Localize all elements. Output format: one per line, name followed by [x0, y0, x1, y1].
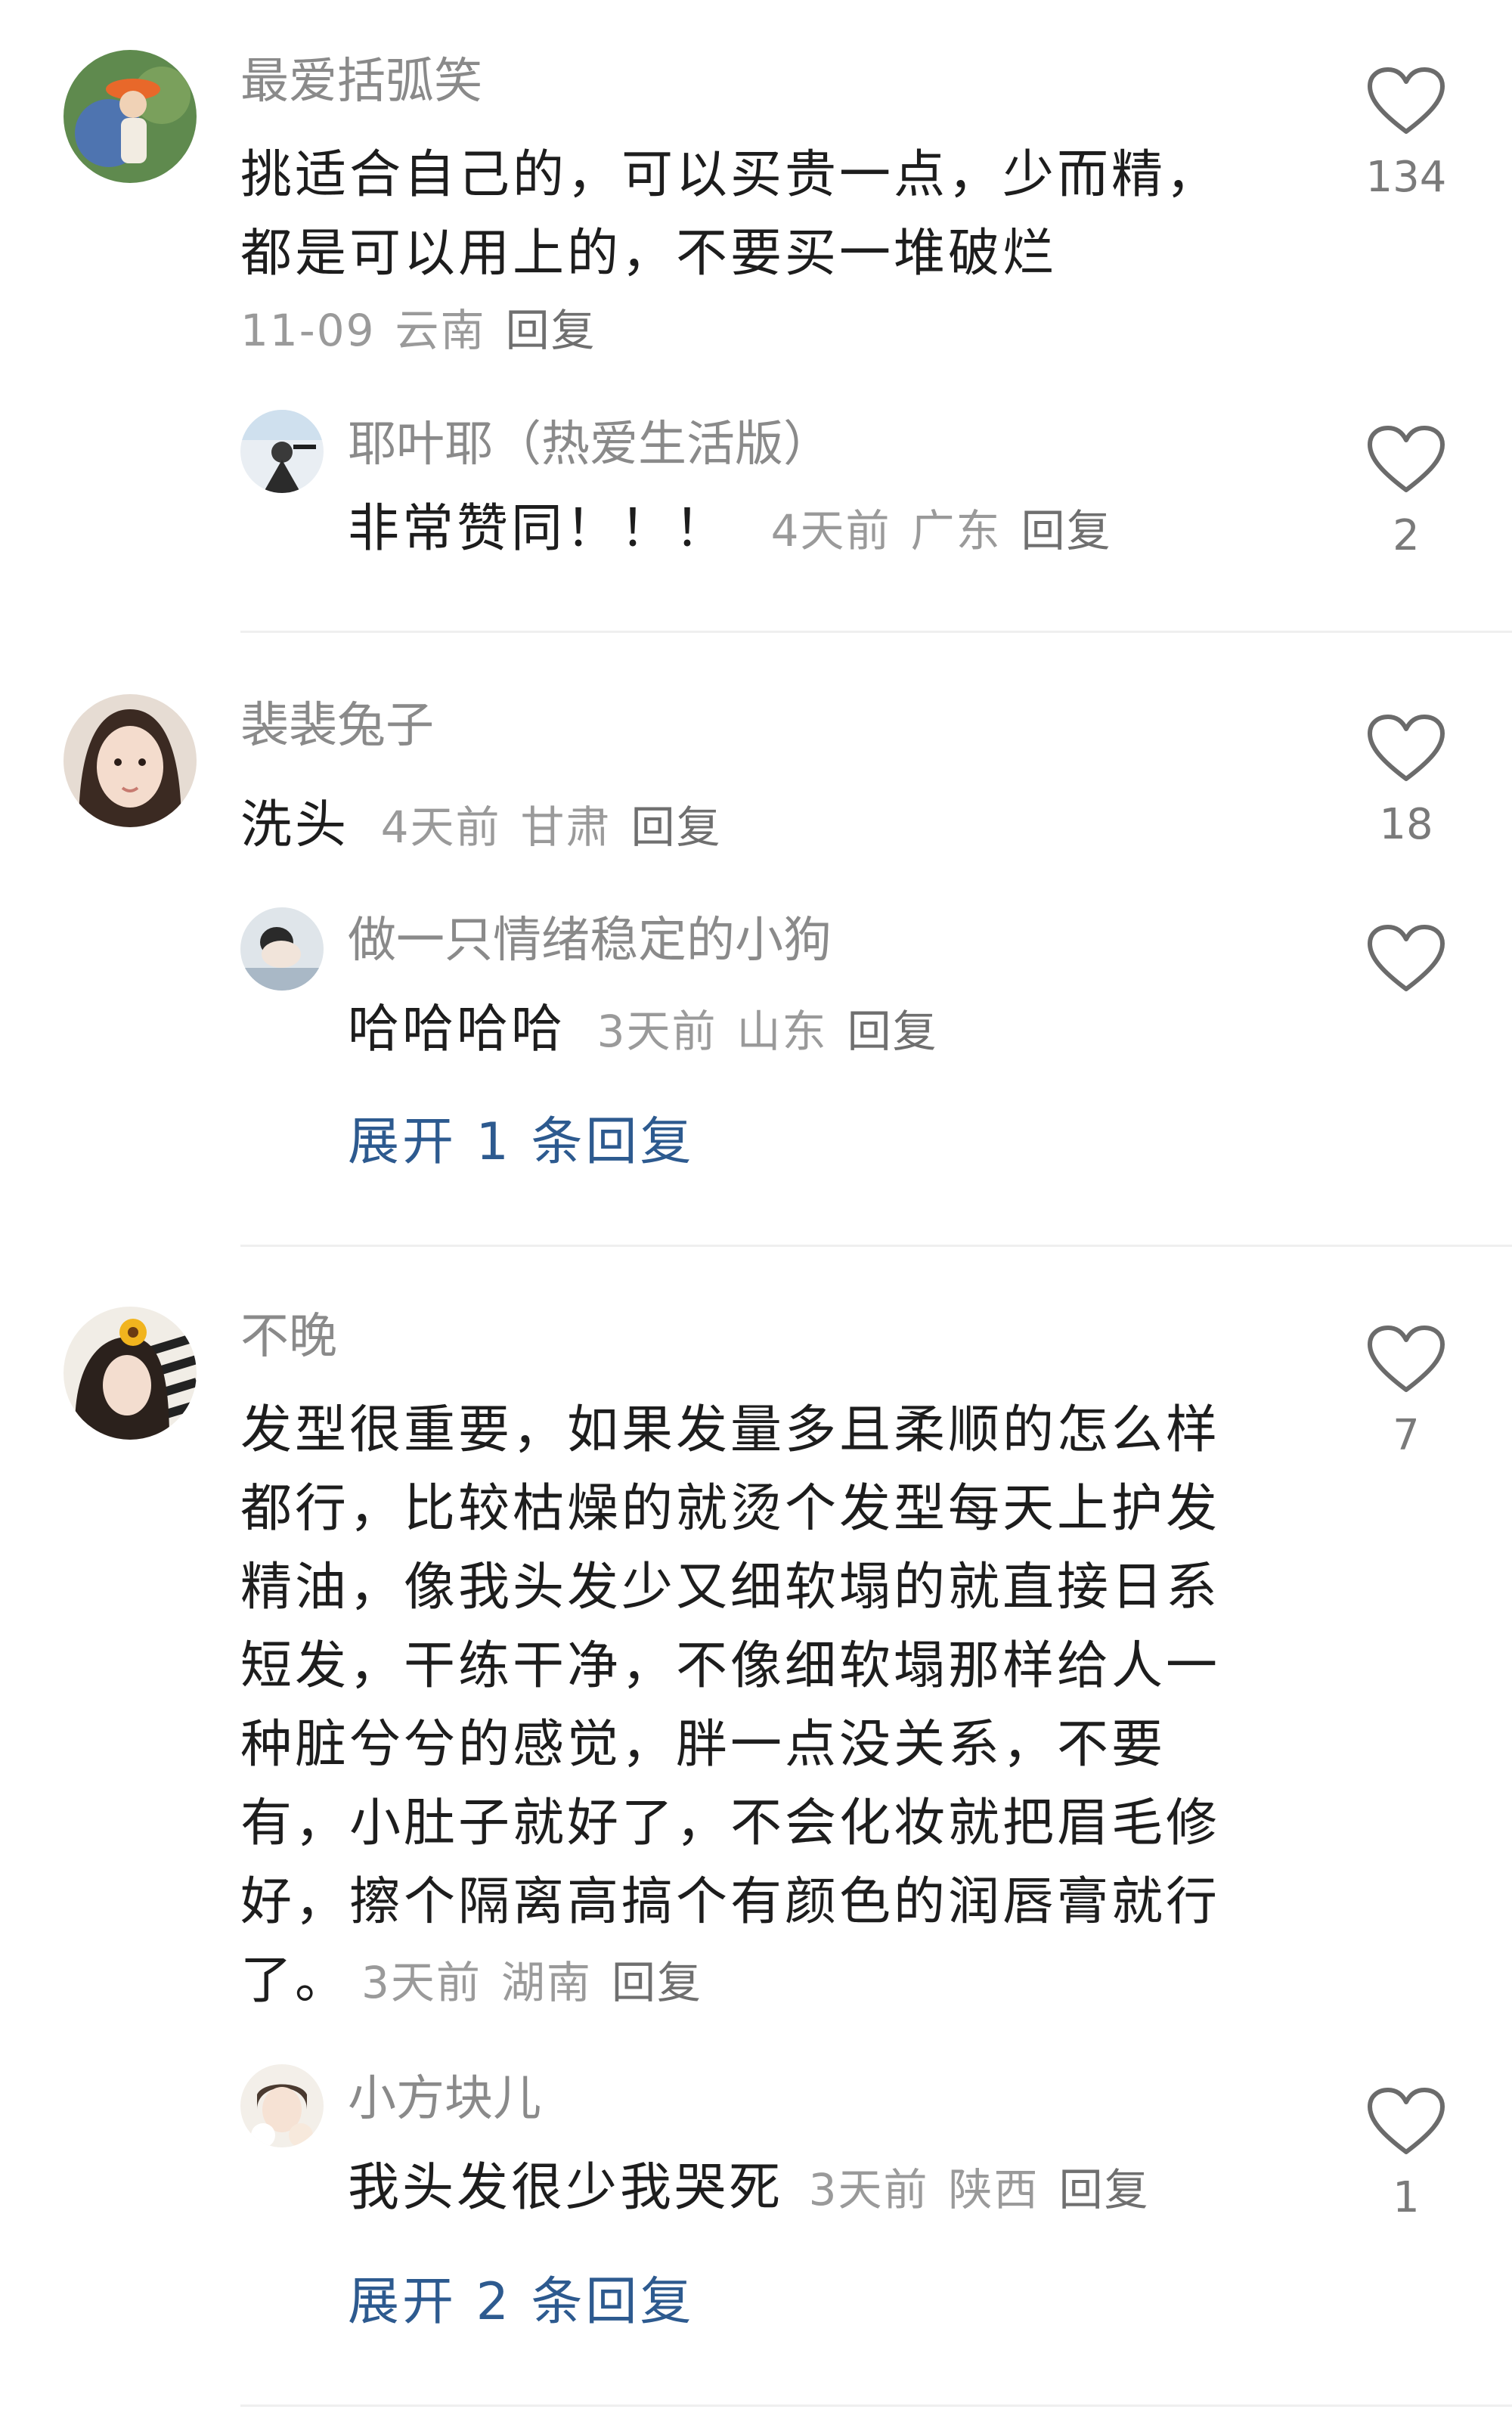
- like-button[interactable]: 1: [1346, 2087, 1467, 2225]
- like-button[interactable]: 134: [1346, 67, 1467, 204]
- expand-replies-button[interactable]: 展开 1 条回复: [348, 1108, 695, 1177]
- reply-button[interactable]: 回复: [847, 1006, 938, 1057]
- reply-username[interactable]: 做一只情绪稳定的小狗: [348, 910, 832, 971]
- heart-icon: [1368, 2088, 1445, 2154]
- comment-location: 湖南: [500, 1957, 592, 2008]
- reply-meta: 3天前 陕西 回复: [809, 2164, 1150, 2215]
- heart-icon: [1368, 715, 1445, 781]
- comment-text: 挑适合自己的，可以买贵一点，少而精，都是可以用上的，不要买一堆破烂: [240, 136, 1253, 293]
- reply-text: 非常赞同！！！ 4天前 广东 回复: [348, 490, 1112, 570]
- comment-username[interactable]: 裴裴兔子: [240, 696, 434, 756]
- like-count: 2: [1393, 511, 1420, 560]
- reply-time: 3天前: [596, 1006, 717, 1057]
- reply-meta: 3天前 山东 回复: [597, 1006, 938, 1057]
- comment-time: 4天前: [380, 802, 501, 853]
- heart-icon: [1368, 67, 1445, 134]
- reply-text: 我头发很少我哭死 3天前 陕西 回复: [348, 2149, 1150, 2229]
- comment-time: 3天前: [361, 1957, 482, 2008]
- reply-username[interactable]: 耶叶耶（热爱生活版）: [348, 414, 832, 475]
- avatar[interactable]: [240, 2064, 324, 2147]
- reply-text-content: 哈哈哈哈: [348, 1000, 566, 1059]
- reply-username[interactable]: 小方块儿: [348, 2069, 541, 2129]
- reply-time: 4天前: [770, 505, 891, 557]
- reply-text-content: 我头发很少我哭死: [348, 2158, 784, 2218]
- reply-button[interactable]: 回复: [1021, 505, 1112, 557]
- reply-meta: 4天前 广东 回复: [771, 505, 1112, 557]
- heart-icon: [1368, 1326, 1445, 1392]
- like-count: 134: [1365, 153, 1447, 202]
- reply-button[interactable]: 回复: [612, 1957, 702, 2008]
- comment-meta: 11-09 云南 回复: [240, 295, 596, 358]
- avatar[interactable]: [240, 907, 324, 991]
- avatar[interactable]: [64, 1307, 197, 1440]
- avatar[interactable]: [240, 410, 324, 493]
- reply-button[interactable]: 回复: [506, 305, 596, 356]
- like-button[interactable]: 7: [1346, 1325, 1467, 1462]
- divider: [240, 631, 1512, 633]
- comment-time: 11-09: [240, 305, 376, 356]
- reply-button[interactable]: 回复: [1059, 2164, 1150, 2215]
- reply-button[interactable]: 回复: [631, 802, 722, 853]
- like-count: 7: [1393, 1411, 1420, 1460]
- like-button[interactable]: [1346, 924, 1467, 994]
- like-button[interactable]: 2: [1346, 425, 1467, 563]
- comment-location: 云南: [395, 305, 486, 356]
- comment-text: 洗头 4天前 甘肃 回复: [240, 786, 722, 867]
- avatar[interactable]: [64, 694, 197, 827]
- expand-replies-button[interactable]: 展开 2 条回复: [348, 2268, 695, 2336]
- avatar[interactable]: [64, 50, 197, 183]
- like-button[interactable]: 18: [1346, 714, 1467, 851]
- comment-meta: 3天前 湖南 回复: [361, 1957, 702, 2008]
- comment-meta: 4天前 甘肃 回复: [381, 802, 722, 853]
- comment-text-content: 挑适合自己的，可以买贵一点，少而精，都是可以用上的，不要买一堆破烂: [240, 145, 1221, 284]
- divider: [240, 1245, 1512, 1247]
- comment-text-content: 洗头: [240, 795, 350, 855]
- reply-text: 哈哈哈哈 3天前 山东 回复: [348, 991, 938, 1071]
- reply-text-content: 非常赞同！！！: [348, 499, 730, 559]
- reply-location: 陕西: [948, 2164, 1040, 2215]
- comment-location: 甘肃: [520, 802, 612, 853]
- comment-username[interactable]: 不晚: [240, 1307, 337, 1367]
- like-count: 1: [1393, 2173, 1420, 2222]
- heart-icon: [1368, 925, 1445, 991]
- reply-location: 山东: [736, 1006, 828, 1057]
- divider: [240, 2405, 1512, 2407]
- reply-time: 3天前: [808, 2164, 929, 2215]
- like-count: 18: [1379, 800, 1433, 849]
- comment-username[interactable]: 最爱括弧笑: [240, 51, 482, 112]
- reply-location: 广东: [910, 505, 1002, 557]
- comment-text: 发型很重要，如果发量多且柔顺的怎么样都行，比较枯燥的就烫个发型每天上护发精油，像…: [240, 1391, 1253, 2022]
- comment-text-content: 发型很重要，如果发量多且柔顺的怎么样都行，比较枯燥的就烫个发型每天上护发精油，像…: [240, 1400, 1221, 2011]
- heart-icon: [1368, 426, 1445, 492]
